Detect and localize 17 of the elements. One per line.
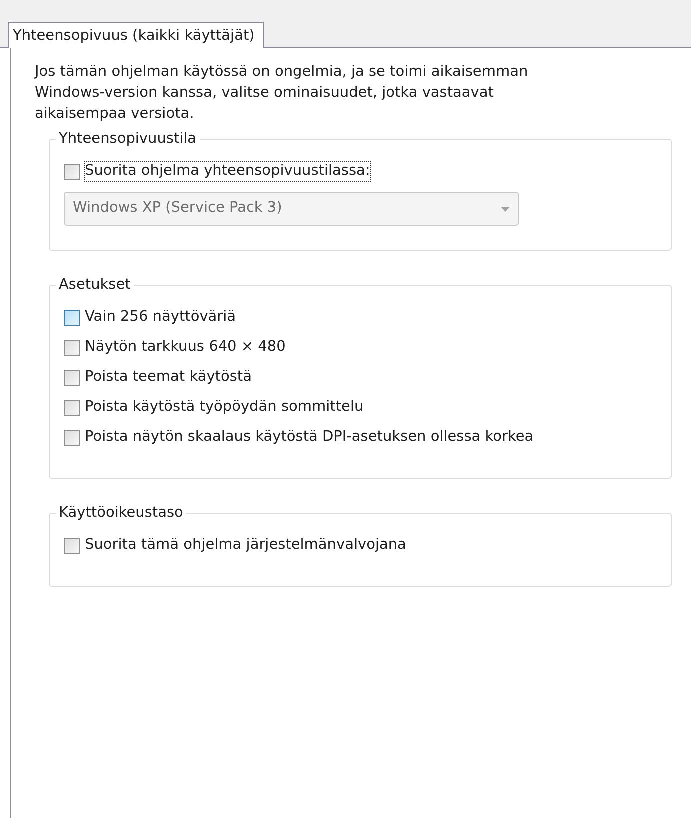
- checkbox-label[interactable]: Poista käytöstä työpöydän sommittelu: [85, 398, 364, 417]
- caret-icon: [501, 206, 510, 212]
- checkbox[interactable]: [64, 430, 80, 446]
- checkbox[interactable]: [64, 538, 80, 554]
- checkbox-label[interactable]: Poista näytön skaalaus käytöstä DPI-asetuksen ollessa korkea: [85, 428, 534, 447]
- description-text: Jos tämän ohjelman käytössä on ongelmia, ja se toimi aikaisemman Windows-version kanssa, valitse ominaisuudet, jotka vastaavat aikaisempaa versiota.: [35, 63, 530, 124]
- checkbox[interactable]: [64, 164, 80, 180]
- checkbox-label[interactable]: Vain 256 näyttöväriä: [85, 308, 236, 327]
- checkbox-label[interactable]: Näytön tarkkuus 640 × 480: [85, 338, 286, 357]
- tab[interactable]: Yhteensopivuus (kaikki käyttäjät): [8, 22, 264, 48]
- checkbox[interactable]: [64, 400, 80, 416]
- checkbox-label[interactable]: Suorita ohjelma yhteensopivuustilassa:: [85, 162, 370, 181]
- checkbox-label[interactable]: Suorita tämä ohjelma järjestelmänvalvojana: [85, 536, 406, 555]
- checkbox-label[interactable]: Poista teemat käytöstä: [85, 368, 252, 387]
- checkbox[interactable]: [64, 370, 80, 386]
- checkbox[interactable]: [64, 340, 80, 356]
- checkbox[interactable]: [64, 310, 80, 326]
